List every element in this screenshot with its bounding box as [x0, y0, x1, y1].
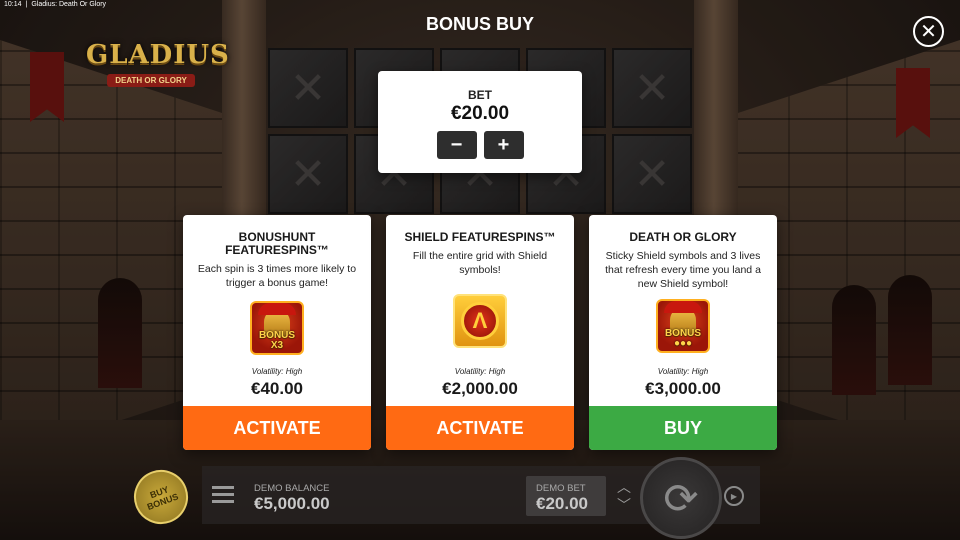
spin-button[interactable]: ⟳ — [640, 457, 722, 539]
card-description: Fill the entire grid with Shield symbols… — [412, 250, 548, 276]
menu-icon[interactable] — [212, 486, 234, 504]
bet-label: BET — [468, 88, 492, 102]
demo-balance-label: DEMO BALANCE — [254, 483, 330, 494]
card-volatility: Volatility: High — [657, 367, 709, 376]
activate-shield-button[interactable]: ACTIVATE — [386, 406, 574, 450]
logo-subtitle: DEATH OR GLORY — [107, 74, 195, 87]
close-icon: ✕ — [920, 20, 937, 43]
helmet-plume — [258, 303, 296, 315]
bet-panel: BET €20.00 − + — [378, 71, 582, 173]
bonus-card-death-or-glory: DEATH OR GLORY Sticky Shield symbols and… — [589, 215, 777, 450]
card-title: DEATH OR GLORY — [629, 230, 737, 244]
chevron-down-icon[interactable]: ﹀ — [614, 496, 634, 514]
activate-bonushunt-button[interactable]: ACTIVATE — [183, 406, 371, 450]
bet-buttons: − + — [378, 131, 582, 159]
helmet-plume — [664, 301, 702, 313]
helmet-bonus-x3-icon: BONUS X3 — [250, 301, 304, 355]
status-time: 10:14 — [4, 1, 22, 8]
status-separator: | — [25, 1, 28, 8]
decrease-bet-button[interactable]: − — [436, 131, 477, 159]
chevron-up-icon[interactable]: ︿ — [614, 478, 634, 496]
demo-bet-label: DEMO BET — [536, 483, 586, 494]
bet-value: €20.00 — [450, 103, 510, 124]
logo-title: GLADIUS — [86, 40, 230, 70]
game-logo: GLADIUS DEATH OR GLORY — [86, 40, 230, 110]
helmet-bonus-lives-icon: BONUS ●●● — [656, 299, 710, 353]
increase-bet-button[interactable]: + — [483, 131, 524, 159]
status-page-title: Gladius: Death Or Glory — [31, 1, 107, 8]
close-button[interactable]: ✕ — [913, 16, 944, 47]
demo-bet-value: €20.00 — [536, 494, 588, 513]
page-title: BONUS BUY — [425, 14, 534, 34]
icon-tag: BONUS ●●● — [664, 328, 702, 349]
card-description: Each spin is 3 times more likely to trig… — [197, 263, 357, 289]
icon-tag: BONUS X3 — [258, 330, 296, 351]
card-price: €40.00 — [251, 379, 303, 398]
shield-icon: Λ — [453, 294, 507, 348]
bonus-card-bonushunt: BONUSHUNT FEATURESPINS™ Each spin is 3 t… — [183, 215, 371, 450]
buy-death-or-glory-button[interactable]: BUY — [589, 406, 777, 450]
autoplay-icon[interactable]: ▶ — [724, 486, 744, 506]
demo-balance-value: €5,000.00 — [254, 494, 330, 513]
card-title: BONUSHUNT FEATURESPINS™ — [225, 230, 329, 257]
card-volatility: Volatility: High — [454, 367, 506, 376]
shield-graphic: Λ — [461, 302, 499, 340]
bet-arrows[interactable]: ︿ ﹀ — [614, 478, 634, 516]
card-price: €2,000.00 — [442, 379, 518, 398]
card-title: SHIELD FEATURESPINS™ — [404, 230, 556, 244]
spin-icon: ⟳ — [663, 474, 699, 522]
card-description: Sticky Shield symbols and 3 lives that r… — [605, 250, 761, 290]
bonus-card-shield: SHIELD FEATURESPINS™ Fill the entire gri… — [386, 215, 574, 450]
status-bar: 10:14 | Gladius: Death Or Glory — [4, 1, 106, 8]
card-volatility: Volatility: High — [251, 367, 303, 376]
card-price: €3,000.00 — [645, 379, 721, 398]
